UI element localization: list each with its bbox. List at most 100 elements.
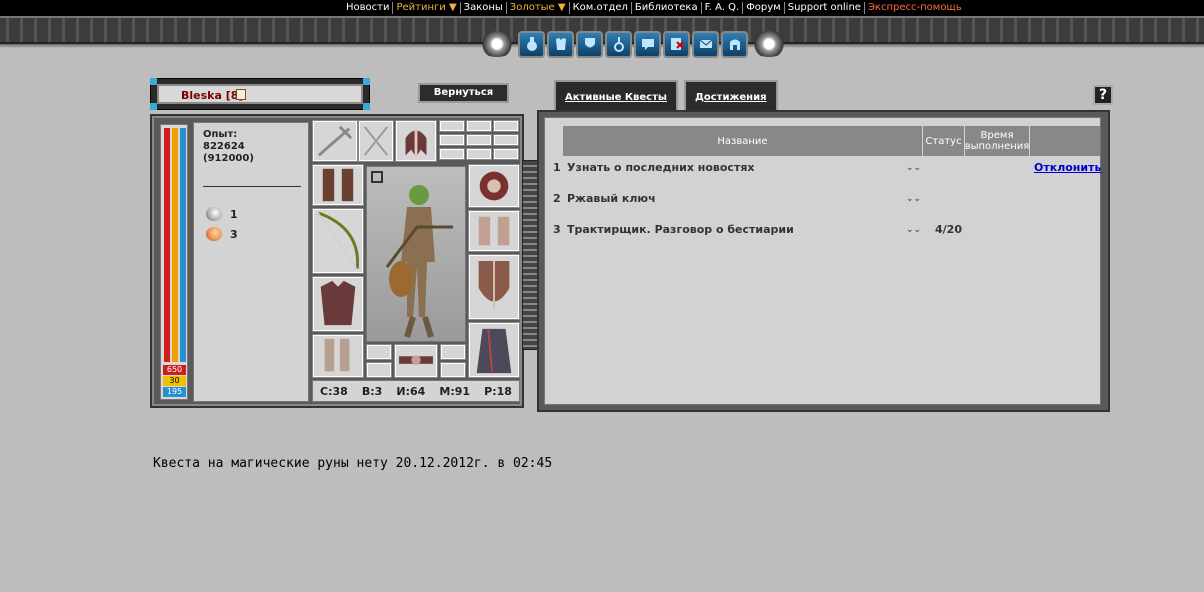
nav-library[interactable]: Библиотека (632, 2, 702, 14)
exp-value: 822624 (203, 141, 245, 152)
slot-body-armor[interactable] (312, 276, 364, 332)
quest-title[interactable]: Ржавый ключ (567, 192, 656, 205)
nav-ratings[interactable]: Рейтинги ▼ (393, 2, 461, 14)
resource-silver: 1 (206, 207, 238, 221)
quest-number: 3 (553, 223, 561, 236)
slot-helmet[interactable] (395, 120, 437, 162)
attr-strength: С:38 (320, 384, 348, 398)
slot-ring-9[interactable] (493, 148, 519, 160)
slot-shield[interactable] (468, 254, 520, 320)
expand-chevron-icon[interactable]: ⌄⌄ (906, 163, 921, 173)
nav-express-help[interactable]: Экспресс-помощь (865, 2, 965, 14)
attr-intellect: И:64 (396, 384, 426, 398)
slot-belt[interactable] (394, 344, 438, 378)
character-figure (385, 185, 453, 338)
quest-list: Название Статус Время выполнения 1 Узнат… (544, 117, 1101, 405)
slot-ring-1[interactable] (439, 120, 465, 132)
corner-ornament (150, 103, 157, 110)
potion-icon[interactable] (518, 30, 545, 58)
character-name[interactable]: Bleska [8] (181, 89, 243, 102)
slot-bracers[interactable] (312, 164, 364, 206)
nav-support[interactable]: Support online (785, 2, 865, 14)
nav-news[interactable]: Новости (343, 2, 394, 14)
mail-icon[interactable] (692, 30, 719, 58)
hp-value: 650 (163, 365, 186, 375)
corner-ornament (363, 103, 370, 110)
nav-faq[interactable]: F. A. Q. (702, 2, 744, 14)
ornament-left-icon (477, 31, 517, 57)
slot-belt-item-3[interactable] (440, 344, 466, 360)
expand-chevron-icon[interactable]: ⌄⌄ (906, 225, 921, 235)
shield-icon[interactable] (576, 30, 603, 58)
castle-icon[interactable] (721, 30, 748, 58)
slot-gloves[interactable] (468, 210, 520, 252)
tab-active-quests[interactable]: Активные Квесты (554, 80, 678, 110)
slot-belt-item-4[interactable] (440, 362, 466, 378)
exp-next: (912000) (203, 153, 254, 164)
stamina-bar (172, 128, 178, 362)
resource-count: 3 (230, 227, 238, 241)
nav-laws[interactable]: Законы (461, 2, 507, 14)
nav-gold[interactable]: Золотые ▼ (507, 2, 570, 14)
slot-boots[interactable] (312, 334, 364, 378)
icon-bar (472, 28, 794, 60)
key-icon[interactable] (605, 30, 632, 58)
slot-amulet[interactable] (468, 164, 520, 208)
chat-icon[interactable] (634, 30, 661, 58)
stats-panel: Опыт: 822624 (912000) 1 3 (193, 122, 309, 402)
header-action (1030, 126, 1100, 156)
exit-icon[interactable] (663, 30, 690, 58)
help-button[interactable]: ? (1093, 85, 1113, 105)
status-bars: 650 30 195 (160, 124, 188, 400)
tab-achievements[interactable]: Достижения (683, 80, 778, 110)
quest-row: 2 Ржавый ключ ⌄⌄ (553, 189, 1098, 209)
armor-icon[interactable] (547, 30, 574, 58)
mana-value: 195 (163, 387, 186, 397)
slot-belt-item-1[interactable] (366, 344, 392, 360)
slot-cloak[interactable] (468, 322, 520, 378)
decline-link[interactable]: Отклонить (1034, 161, 1101, 174)
character-nameplate: Bleska [8] (150, 78, 370, 110)
slot-bow[interactable] (312, 208, 364, 274)
quest-table-header: Название Статус Время выполнения (563, 126, 1100, 156)
expand-chevron-icon[interactable]: ⌄⌄ (906, 194, 921, 204)
silver-coin-icon (206, 207, 222, 221)
slot-arrows[interactable] (358, 120, 394, 162)
slot-ring-4[interactable] (439, 134, 465, 146)
ornament-right-icon (749, 31, 789, 57)
quest-title[interactable]: Трактирщик. Разговор о бестиарии (567, 223, 794, 236)
hp-bar (164, 128, 170, 362)
slot-belt-item-2[interactable] (366, 362, 392, 378)
stamina-value: 30 (163, 376, 186, 386)
slot-ring-3[interactable] (493, 120, 519, 132)
nav-commerce[interactable]: Ком.отдел (570, 2, 632, 14)
mana-bar (180, 128, 186, 362)
slot-ring-6[interactable] (493, 134, 519, 146)
rune-quest-message: Квеста на магические руны нету 20.12.201… (153, 456, 553, 471)
slot-crossbow[interactable] (312, 120, 358, 162)
quest-row: 3 Трактирщик. Разговор о бестиарии ⌄⌄ 4/… (553, 220, 1098, 240)
attr-agility: Р:18 (484, 384, 512, 398)
slot-ring-8[interactable] (466, 148, 492, 160)
exp-label: Опыт: (203, 129, 238, 140)
character-panel: 650 30 195 Опыт: 822624 (912000) 1 3 С:3… (150, 114, 524, 408)
nav-forum[interactable]: Форум (743, 2, 785, 14)
slot-ring-2[interactable] (466, 120, 492, 132)
copper-coin-icon (206, 227, 222, 241)
nav-items: Новости Рейтинги ▼ Законы Золотые ▼ Ком.… (343, 0, 965, 16)
character-portrait (366, 166, 466, 342)
copy-icon[interactable] (371, 171, 383, 183)
back-button[interactable]: Вернуться (418, 83, 509, 103)
slot-ring-5[interactable] (466, 134, 492, 146)
slot-ring-7[interactable] (439, 148, 465, 160)
nameplate-inner: Bleska [8] (157, 84, 363, 104)
resource-copper: 3 (206, 227, 238, 241)
resource-count: 1 (230, 207, 238, 221)
header-name: Название (563, 126, 923, 156)
quest-panel: Название Статус Время выполнения 1 Узнат… (537, 110, 1110, 412)
attr-magic: М:91 (439, 384, 471, 398)
quest-title[interactable]: Узнать о последних новостях (567, 161, 754, 174)
corner-ornament (363, 78, 370, 85)
attr-endurance: В:3 (361, 384, 383, 398)
character-info-icon[interactable] (236, 89, 246, 100)
